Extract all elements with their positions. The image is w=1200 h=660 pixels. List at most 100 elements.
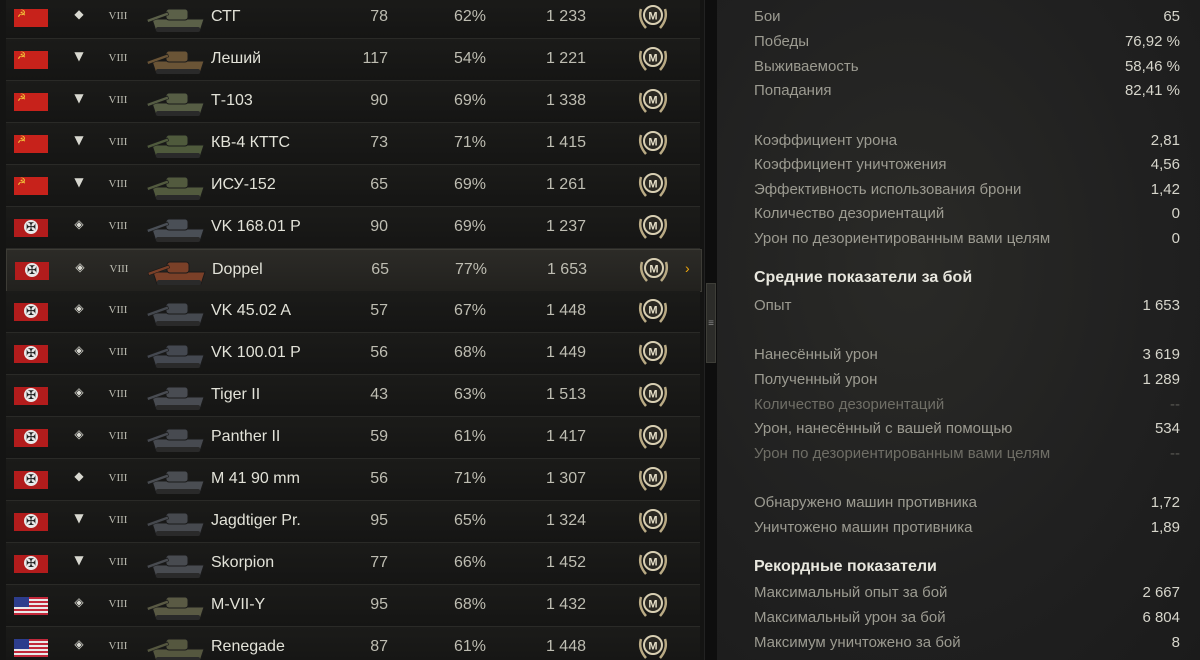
vehicle-class-icon: ▼ (74, 175, 84, 189)
vehicle-avg-exp: 1 237 (545, 218, 586, 235)
vehicle-battles: 65 (371, 261, 389, 278)
vehicle-winrate: 63% (453, 386, 486, 403)
usa-flag-icon (14, 639, 48, 657)
vehicle-class-icon: ◈ (74, 427, 84, 441)
mastery-badge-icon: M (637, 254, 671, 286)
stat-value: 1 289 (1142, 371, 1180, 388)
vehicle-winrate: 65% (453, 512, 486, 529)
vehicle-row[interactable]: ◈ VIII Panther II 59 61% 1 417 M (6, 417, 700, 459)
vehicle-tier: VIII (108, 388, 128, 400)
stat-label: Урон по дезориентированным вами целям (754, 445, 1051, 462)
stat-label: Бои (754, 8, 781, 25)
vehicle-name: VK 100.01 P (211, 344, 301, 361)
avg-destroyed: Уничтожено машин противника 1,89 (754, 519, 1180, 541)
vehicle-avg-exp: 1 324 (545, 512, 586, 529)
vehicle-battles: 77 (370, 554, 388, 571)
mastery-letter: M (648, 95, 657, 107)
section-title-records: Рекордные показатели (754, 558, 937, 575)
vehicle-tier: VIII (108, 472, 128, 484)
mastery-letter: M (648, 557, 657, 569)
tank-image (146, 83, 210, 119)
stat-value: 1,72 (1150, 494, 1180, 511)
mastery-letter: M (648, 305, 657, 317)
mastery-badge-icon: M (636, 1, 670, 33)
tank-image (146, 377, 210, 413)
stat-label: Максимальный урон за бой (754, 609, 946, 626)
tank-image (146, 41, 210, 77)
vehicle-row[interactable]: ◈ VIII Renegade 87 61% 1 448 M (6, 627, 700, 660)
vehicle-name: Tiger II (211, 386, 261, 403)
mastery-badge-icon: M (636, 337, 670, 369)
stat-label: Опыт (754, 297, 792, 314)
tank-image (146, 0, 210, 35)
vehicle-name: Renegade (211, 638, 285, 655)
vehicle-winrate: 68% (453, 596, 486, 613)
tank-image (146, 167, 210, 203)
stat-stun-damage: Урон по дезориентированным вами целям 0 (754, 230, 1180, 252)
avg-assist: Урон, нанесённый с вашей помощью 534 (754, 420, 1180, 442)
vehicle-tier: VIII (109, 263, 129, 275)
stat-label: Попадания (754, 82, 832, 99)
vehicle-winrate: 69% (453, 92, 486, 109)
vehicle-tier: VIII (108, 514, 128, 526)
vehicle-row[interactable]: ◈ VIII VK 45.02 A 57 67% 1 448 M (6, 291, 700, 333)
mastery-letter: M (648, 515, 657, 527)
vehicle-row[interactable]: ◈ VIII VK 168.01 P 90 69% 1 237 M (6, 207, 700, 249)
vehicle-battles: 117 (362, 50, 388, 67)
tank-image (146, 545, 210, 581)
vehicle-list: ◆ VIII СТГ 78 62% 1 233 M ▼ VIII Леший 117 54% 1 221… (0, 0, 704, 660)
vehicle-class-icon: ◈ (74, 217, 84, 231)
vehicle-avg-exp: 1 513 (545, 386, 586, 403)
vehicle-avg-exp: 1 448 (545, 638, 586, 655)
vehicle-name: M 41 90 mm (211, 470, 300, 487)
tank-image (146, 335, 210, 371)
stat-stuns: Количество дезориентаций 0 (754, 205, 1180, 227)
stat-value: -- (1170, 396, 1180, 413)
tank-image (146, 629, 210, 660)
vehicle-winrate: 66% (453, 554, 486, 571)
vehicle-row[interactable]: ▼ VIII КВ-4 КТТС 73 71% 1 415 M (6, 123, 700, 165)
vehicle-winrate: 77% (454, 261, 487, 278)
stat-value: 4,56 (1150, 156, 1180, 173)
stat-value: 1,89 (1150, 519, 1180, 536)
scrollbar[interactable]: ≡ (704, 0, 717, 660)
vehicle-row[interactable]: ◆ VIII M 41 90 mm 56 71% 1 307 M (6, 459, 700, 501)
vehicle-row[interactable]: ▼ VIII Т-103 90 69% 1 338 M (6, 81, 700, 123)
tank-image (146, 587, 210, 623)
stat-label: Нанесённый урон (754, 346, 878, 363)
stat-label: Выживаемость (754, 58, 859, 75)
mastery-letter: M (648, 641, 657, 653)
vehicle-row[interactable]: ▼ VIII Леший 117 54% 1 221 M (6, 39, 700, 81)
vehicle-row[interactable]: ▼ VIII Skorpion 77 66% 1 452 M (6, 543, 700, 585)
avg-stun-damage: Урон по дезориентированным вами целям -- (754, 445, 1180, 467)
stat-label: Количество дезориентаций (754, 205, 945, 222)
vehicle-tier: VIII (108, 640, 128, 652)
record-max-damage: Максимальный урон за бой 6 804 (754, 609, 1180, 631)
vehicle-row[interactable]: ◈ VIII Doppel 65 77% 1 653 M › (6, 249, 702, 292)
stat-value: 6 804 (1142, 609, 1180, 626)
vehicle-row[interactable]: ◈ VIII Tiger II 43 63% 1 513 M (6, 375, 700, 417)
ussr-flag-icon (14, 51, 48, 69)
vehicle-row[interactable]: ▼ VIII ИСУ-152 65 69% 1 261 M (6, 165, 700, 207)
vehicle-row[interactable]: ◆ VIII СТГ 78 62% 1 233 M (6, 0, 700, 39)
vehicle-battles: 59 (370, 428, 388, 445)
tank-image (146, 293, 210, 329)
vehicle-winrate: 71% (453, 134, 486, 151)
tank-image (146, 209, 210, 245)
mastery-badge-icon: M (636, 169, 670, 201)
avg-exp: Опыт 1 653 (754, 297, 1180, 319)
vehicle-winrate: 71% (453, 470, 486, 487)
stat-value: 58,46 % (1124, 58, 1180, 75)
stats-panel: Бои 65 Победы 76,92 % Выживаемость 58,46 % … (717, 0, 1200, 660)
vehicle-avg-exp: 1 261 (545, 176, 586, 193)
usa-flag-icon (14, 597, 48, 615)
vehicle-row[interactable]: ◈ VIII VK 100.01 P 56 68% 1 449 M (6, 333, 700, 375)
avg-stuns: Количество дезориентаций -- (754, 396, 1180, 418)
scroll-thumb[interactable]: ≡ (706, 283, 716, 363)
vehicle-row[interactable]: ▼ VIII Jagdtiger Pr. 95 65% 1 324 M (6, 501, 700, 543)
stat-label: Уничтожено машин противника (754, 519, 973, 536)
stat-victories: Победы 76,92 % (754, 33, 1180, 55)
vehicle-row[interactable]: ◈ VIII M-VII-Y 95 68% 1 432 M (6, 585, 700, 627)
vehicle-avg-exp: 1 415 (545, 134, 586, 151)
vehicle-name: Т-103 (211, 92, 253, 109)
